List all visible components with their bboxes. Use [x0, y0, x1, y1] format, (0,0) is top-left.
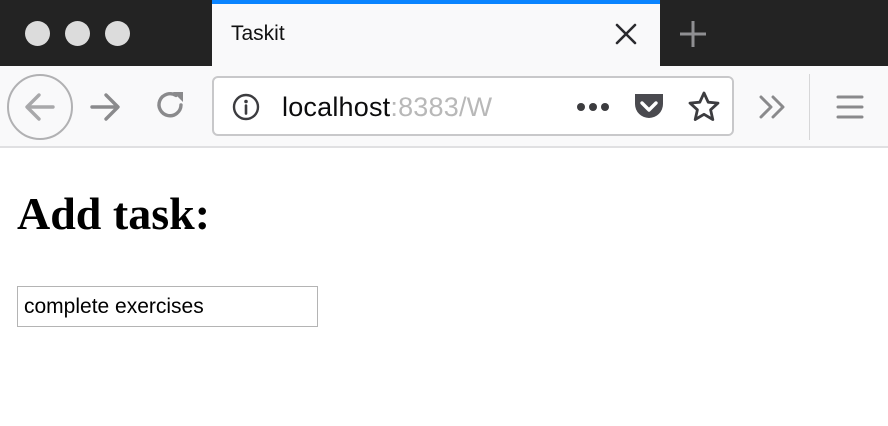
tab-active-indicator — [212, 0, 660, 4]
tab-strip: Taskit — [0, 0, 888, 66]
back-button[interactable] — [7, 74, 73, 140]
forward-arrow-icon[interactable] — [88, 90, 122, 124]
window-minimize-dot-icon[interactable] — [65, 21, 90, 46]
reload-icon[interactable] — [154, 88, 188, 122]
tab-taskit[interactable]: Taskit — [212, 0, 660, 66]
toolbar-separator — [809, 74, 810, 140]
url-path: :8383/W — [390, 92, 493, 122]
window-close-dot-icon[interactable] — [25, 21, 50, 46]
task-input[interactable] — [17, 286, 318, 327]
url-bar[interactable]: localhost:8383/W — [212, 76, 734, 136]
tab-title: Taskit — [231, 22, 285, 45]
url-host: localhost — [282, 92, 391, 122]
navigation-toolbar: localhost:8383/W — [0, 66, 888, 148]
chevron-double-right-icon[interactable] — [758, 93, 788, 121]
more-dots-icon[interactable] — [576, 102, 610, 112]
pocket-icon[interactable] — [632, 91, 666, 123]
url-text[interactable]: localhost:8383/W — [282, 92, 492, 123]
close-icon[interactable] — [614, 22, 638, 46]
star-icon[interactable] — [687, 90, 721, 124]
window-maximize-dot-icon[interactable] — [105, 21, 130, 46]
page-heading: Add task: — [17, 188, 211, 239]
hamburger-menu-icon[interactable] — [836, 93, 864, 121]
info-icon[interactable] — [232, 93, 260, 121]
plus-icon[interactable] — [678, 19, 708, 49]
back-arrow-icon — [25, 93, 55, 121]
